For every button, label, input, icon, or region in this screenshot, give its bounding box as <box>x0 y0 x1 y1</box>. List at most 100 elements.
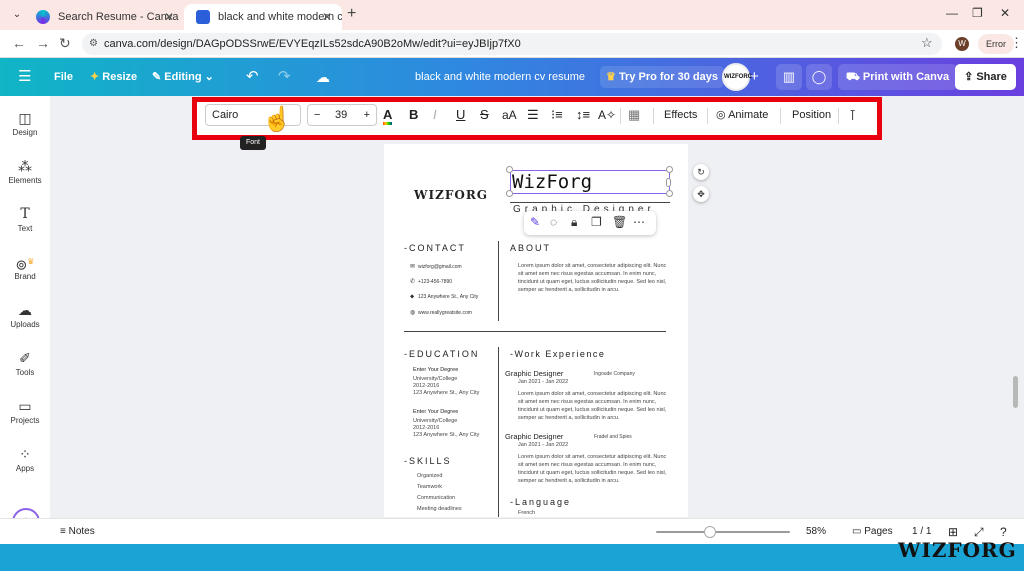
job-dates[interactable]: Jan 2021 - Jan 2022 <box>518 442 568 448</box>
contact-phone[interactable]: ✆ +123-456-7890 <box>410 278 452 285</box>
site-info-icon[interactable]: ⚙ <box>89 33 98 55</box>
close-tab-icon[interactable]: ✕ <box>322 4 332 30</box>
redo-icon[interactable]: ↷ <box>278 58 291 96</box>
job-company[interactable]: Ingoude Company <box>594 371 635 377</box>
pages-button[interactable]: ▭ Pages <box>852 519 893 545</box>
skill-item[interactable]: Teamwork <box>417 484 442 490</box>
try-pro-button[interactable]: ♛ Try Pro for 30 days <box>600 66 724 88</box>
sidebar-item-tools[interactable]: ✐ Tools <box>0 348 50 392</box>
position-button[interactable]: Position <box>792 102 831 128</box>
tab-search-resume[interactable]: Search Resume - Canva ✕ <box>24 4 184 30</box>
text-effects-ai-icon[interactable]: A✧ <box>598 102 616 128</box>
back-arrow-icon[interactable]: ← <box>12 35 26 51</box>
job-dates[interactable]: Jan 2021 - Jan 2022 <box>518 379 568 385</box>
skill-item[interactable]: Meeting deadlines <box>417 506 462 512</box>
zoom-level[interactable]: 58% <box>806 519 826 545</box>
sidebar-item-uploads[interactable]: ☁ Uploads <box>0 300 50 344</box>
comment-add-icon[interactable]: ◌ <box>550 215 557 229</box>
section-education[interactable]: -EDUCATION <box>404 349 479 359</box>
increase-size-button[interactable]: + <box>364 105 370 125</box>
font-size-value[interactable]: 39 <box>335 105 347 125</box>
resize-handle[interactable] <box>666 178 671 187</box>
section-work-experience[interactable]: -Work Experience <box>510 349 605 359</box>
duplicate-icon[interactable]: ❐ <box>591 215 602 229</box>
text-color-icon[interactable]: A <box>383 102 393 128</box>
skill-item[interactable]: Organized <box>417 473 442 479</box>
magic-edit-icon[interactable]: ✎ <box>530 215 540 229</box>
resume-page[interactable]: WIZFORG WizForg Graphic Designer ✎ ◌ 🔒︎ … <box>384 144 688 517</box>
italic-icon[interactable]: I <box>433 102 437 128</box>
lock-icon[interactable]: 🔒︎ <box>571 215 577 230</box>
bookmark-star-icon[interactable]: ☆ <box>921 35 933 51</box>
move-arrows-icon[interactable]: ✥ <box>693 186 709 202</box>
user-avatar[interactable]: WIZFORG <box>722 63 752 91</box>
sidebar-item-projects[interactable]: ▭ Projects <box>0 396 50 440</box>
effects-button[interactable]: Effects <box>664 102 697 128</box>
error-button[interactable]: Error <box>978 34 1014 54</box>
undo-icon[interactable]: ↶ <box>246 58 259 96</box>
copy-style-paint-roller-icon[interactable]: ⊺ <box>849 102 856 128</box>
tab-cv-resume[interactable]: black and white modern cv resu ✕ <box>184 4 342 30</box>
font-size-stepper[interactable]: − 39 + <box>307 104 377 126</box>
notes-button[interactable]: ≡ Notes <box>60 519 95 545</box>
selected-name-textbox[interactable]: WizForg <box>510 170 670 194</box>
sidebar-item-brand[interactable]: ⊚♛ Brand <box>0 252 50 296</box>
resize-handle[interactable] <box>506 166 513 173</box>
zoom-slider-handle[interactable] <box>703 526 716 538</box>
close-tab-icon[interactable]: ✕ <box>164 4 174 30</box>
zoom-slider[interactable] <box>656 531 790 533</box>
insights-chart-icon[interactable]: ▥ <box>776 64 802 90</box>
comment-icon[interactable]: ◯ <box>806 64 832 90</box>
print-with-canva-button[interactable]: ⛟ Print with Canva <box>838 64 958 90</box>
forward-arrow-icon[interactable]: → <box>36 35 50 51</box>
skill-item[interactable]: Communication <box>417 495 455 501</box>
editing-dropdown[interactable]: ✎ Editing ⌄ <box>152 58 214 96</box>
education-entry[interactable]: Enter Your Degree University/College 201… <box>413 409 479 439</box>
sidebar-item-apps[interactable]: ⁘ Apps <box>0 444 50 488</box>
more-options-icon[interactable]: ⋯ <box>633 215 645 229</box>
contact-address[interactable]: ⬥ 123 Anywhere St., Any City <box>410 294 478 301</box>
cloud-saved-icon[interactable]: ☁ <box>316 58 330 96</box>
resume-logo[interactable]: WIZFORG <box>414 188 488 202</box>
spacing-icon[interactable]: ↕≡ <box>576 102 590 128</box>
strikethrough-icon[interactable]: S <box>480 102 489 128</box>
delete-trash-icon[interactable]: 🗑︎ <box>612 215 627 229</box>
reload-icon[interactable]: ↻ <box>59 35 71 52</box>
restore-icon[interactable]: ❐ <box>972 6 983 20</box>
resize-button[interactable]: ✦ Resize <box>90 58 137 96</box>
list-icon[interactable]: ⁝≡ <box>551 102 563 128</box>
section-language[interactable]: -Language <box>510 497 571 507</box>
section-skills[interactable]: -SKILLS <box>404 456 452 466</box>
file-menu[interactable]: File <box>54 58 73 96</box>
sidebar-item-elements[interactable]: ⁂ Elements <box>0 156 50 200</box>
resize-handle[interactable] <box>666 166 673 173</box>
bold-icon[interactable]: B <box>409 102 418 128</box>
browser-menu-icon[interactable]: ⋮ <box>1010 35 1023 51</box>
url-field[interactable]: ⚙ canva.com/design/DAGpODSSrwE/EVYEqzILs… <box>82 33 942 55</box>
main-menu-icon[interactable]: ☰ <box>18 58 31 96</box>
rotate-icon[interactable]: ↻ <box>693 164 709 180</box>
job-description[interactable]: Lorem ipsum dolor sit amet, consectetur … <box>518 453 668 485</box>
language-item[interactable]: French <box>518 510 535 516</box>
job-title[interactable]: Graphic Designer <box>505 432 563 441</box>
section-contact[interactable]: -CONTACT <box>404 243 466 253</box>
education-entry[interactable]: Enter Your Degree University/College 201… <box>413 367 479 397</box>
minimize-icon[interactable]: — <box>946 6 958 20</box>
profile-avatar[interactable]: W <box>955 37 969 51</box>
align-left-icon[interactable]: ☰ <box>527 102 539 128</box>
add-collaborator-plus-icon[interactable]: + <box>750 58 759 96</box>
decrease-size-button[interactable]: − <box>314 105 320 125</box>
resize-handle[interactable] <box>506 190 513 197</box>
underline-icon[interactable]: U <box>456 102 465 128</box>
letter-case-icon[interactable]: aA <box>502 102 517 128</box>
job-description[interactable]: Lorem ipsum dolor sit amet, consectetur … <box>518 390 668 422</box>
resize-handle[interactable] <box>666 190 673 197</box>
share-button[interactable]: ⇪ Share <box>955 64 1016 90</box>
sidebar-item-design[interactable]: ◫ Design <box>0 108 50 152</box>
section-about[interactable]: ABOUT <box>510 243 551 253</box>
vertical-scrollbar[interactable] <box>1013 376 1018 408</box>
new-tab-plus-icon[interactable]: + <box>347 5 356 23</box>
contact-email[interactable]: ✉ wizforg@gmail.com <box>410 263 462 270</box>
about-paragraph[interactable]: Lorem ipsum dolor sit amet, consectetur … <box>518 262 668 294</box>
transparency-checker-icon[interactable]: ▦ <box>628 102 640 128</box>
